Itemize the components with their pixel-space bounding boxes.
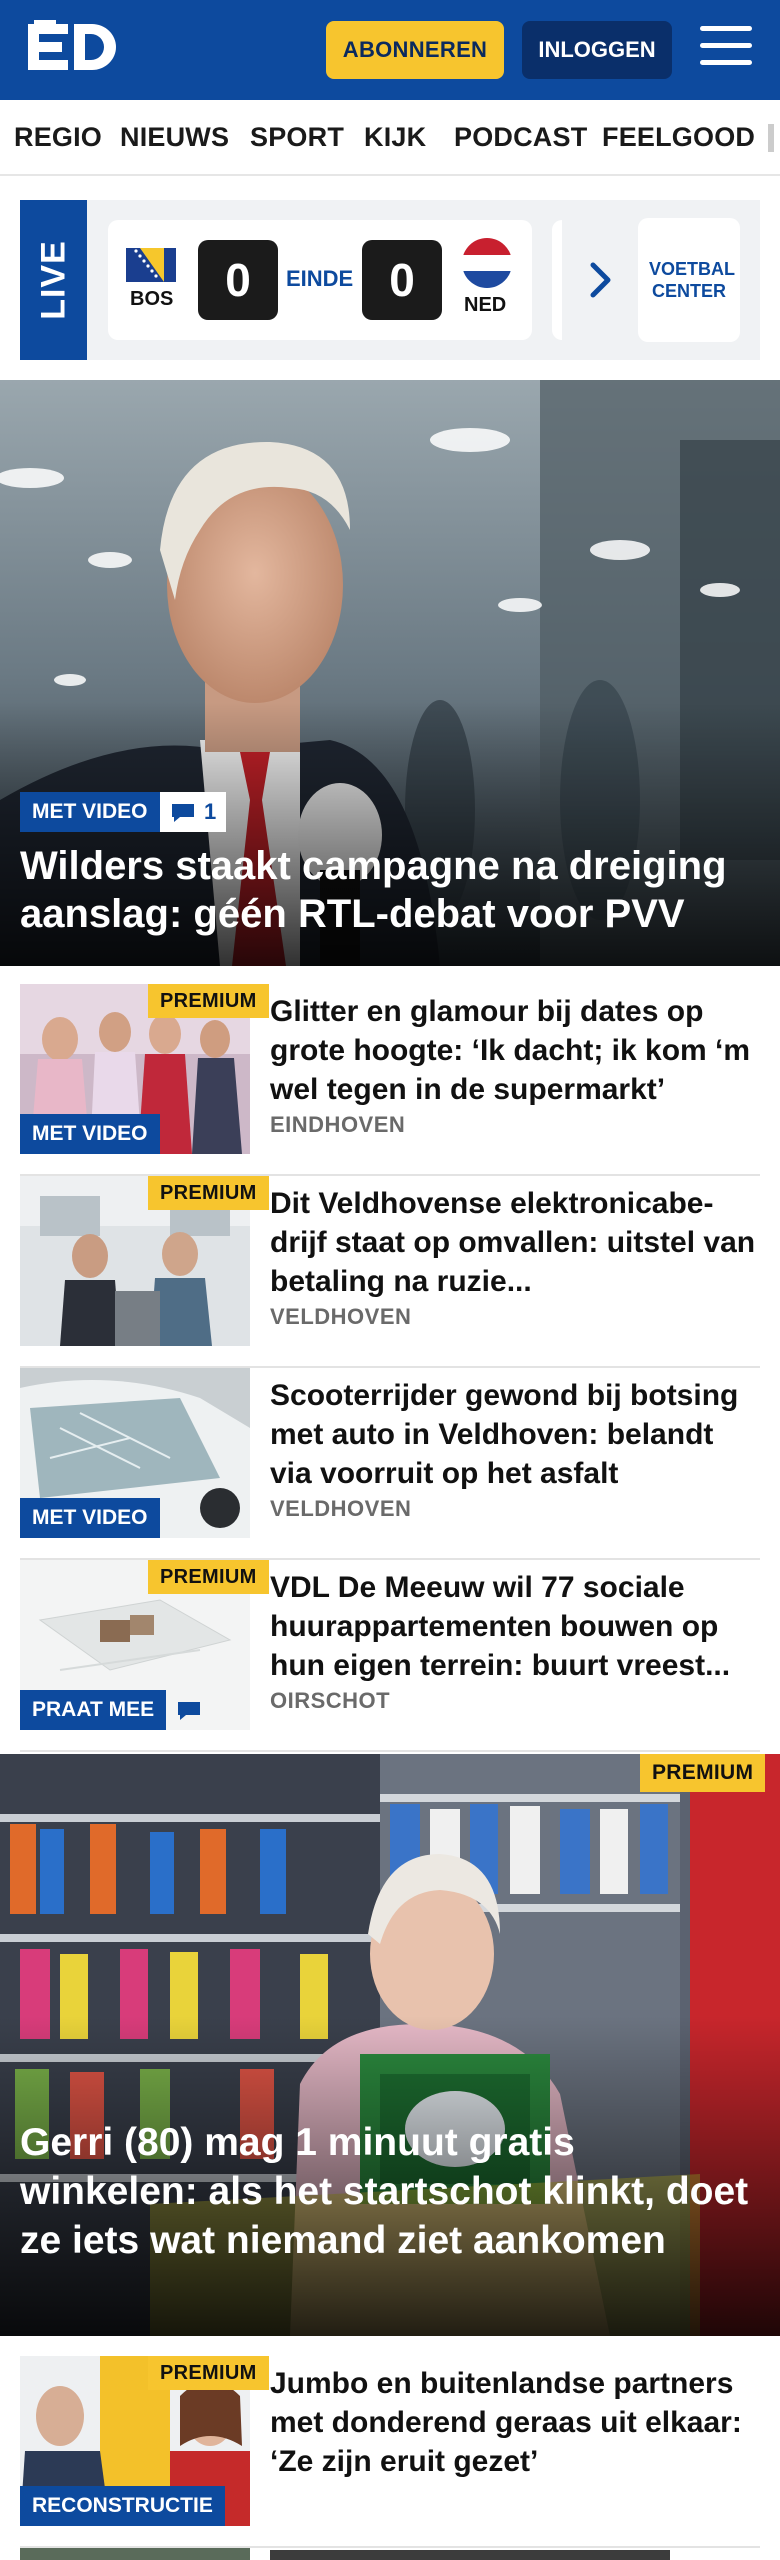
comment-icon: [178, 1702, 200, 1720]
article-item[interactable]: PREMIUM MET VIDEO Glitter en glamour bij…: [20, 984, 760, 1176]
live-scores-bar: LIVE BOS 0 EINDE 0 NED VOETBAL CENTER: [20, 200, 760, 360]
article-location: VELDHOVEN: [270, 1304, 412, 1329]
nav-item-sport[interactable]: SPORT: [250, 122, 344, 153]
nav-item-regio[interactable]: REGIO: [14, 122, 102, 153]
article-title[interactable]: Jumbo en buitenlandse partners met donde…: [270, 2364, 756, 2481]
netherlands-flag-icon: [462, 238, 512, 288]
article-item[interactable]: PREMIUM RECONSTRUCTIE Jumbo en buitenlan…: [20, 2356, 760, 2548]
main-nav: REGIO NIEUWS SPORT KIJK PODCAST FEELGOOD: [0, 100, 780, 176]
article-item[interactable]: MET VIDEO Scooterrijder gewond bij botsi…: [20, 1368, 760, 1560]
article-item[interactable]: PREMIUM PRAAT MEE VDL De Meeuw wil 77 so…: [20, 1560, 760, 1752]
article-title[interactable]: Dit Veldhovense elektronicabe­drijf staa…: [270, 1184, 756, 1301]
video-tag: MET VIDEO: [20, 1114, 160, 1154]
premium-badge: PREMIUM: [148, 1560, 269, 1594]
site-header: ABONNEREN INLOGGEN: [0, 0, 780, 100]
hero-video-tag: MET VIDEO: [20, 792, 160, 832]
article-location: EINDHOVEN: [270, 1112, 406, 1137]
home-team-code: BOS: [130, 288, 174, 310]
video-tag: MET VIDEO: [20, 1498, 160, 1538]
next-article-thumbnail-partial: [20, 2548, 250, 2560]
nav-item-kijk[interactable]: KIJK: [364, 122, 426, 153]
nav-item-podcast[interactable]: PODCAST: [454, 122, 587, 153]
hamburger-menu-icon[interactable]: [700, 26, 752, 72]
away-team-code: NED: [464, 294, 507, 316]
premium-badge: PREMIUM: [148, 984, 269, 1018]
subscribe-button[interactable]: ABONNEREN: [326, 21, 504, 79]
next-match-card-edge: [552, 220, 562, 340]
praat-mee-tag: PRAAT MEE: [20, 1690, 167, 1730]
live-label: LIVE: [20, 200, 87, 360]
nav-overflow-fade: [768, 124, 774, 152]
hero-article-title[interactable]: Wilders staakt campagne na dreiging aans…: [20, 842, 760, 938]
article-location: OIRSCHOT: [270, 1688, 391, 1713]
match-status: EINDE: [286, 266, 354, 291]
premium-badge: PREMIUM: [148, 2356, 269, 2390]
premium-badge: PREMIUM: [640, 1754, 766, 1792]
article-title[interactable]: Scooterrijder gewond bij botsing met aut…: [270, 1376, 756, 1493]
comment-icon: [172, 804, 194, 822]
away-score: 0: [362, 240, 442, 320]
bosnia-flag-icon: [126, 248, 176, 282]
article-location: VELDHOVEN: [270, 1496, 412, 1521]
nav-item-nieuws[interactable]: NIEUWS: [120, 122, 229, 153]
login-button[interactable]: INLOGGEN: [522, 21, 672, 79]
nav-item-feelgood[interactable]: FEELGOOD: [602, 122, 755, 153]
hero-comment-count[interactable]: 1: [160, 792, 227, 832]
article-title[interactable]: Glitter en glamour bij dates op grote ho…: [270, 992, 756, 1109]
reconstructie-tag: RECONSTRUCTIE: [20, 2486, 225, 2526]
ed-logo[interactable]: [28, 20, 118, 80]
article-item[interactable]: PREMIUM Dit Veldhovense elektronicabe­dr…: [20, 1176, 760, 1368]
article-title[interactable]: VDL De Meeuw wil 77 sociale huurappartem…: [270, 1568, 756, 1685]
voetbal-center-button[interactable]: VOETBAL CENTER: [638, 218, 740, 342]
chevron-right-icon[interactable]: [588, 260, 614, 300]
next-article-title-partial: [270, 2550, 670, 2560]
match-card[interactable]: BOS 0 EINDE 0 NED: [108, 220, 532, 340]
home-score: 0: [198, 240, 278, 320]
featured-article-title[interactable]: Gerri (80) mag 1 minuut gratis winkelen:…: [20, 2118, 750, 2265]
premium-badge: PREMIUM: [148, 1176, 269, 1210]
